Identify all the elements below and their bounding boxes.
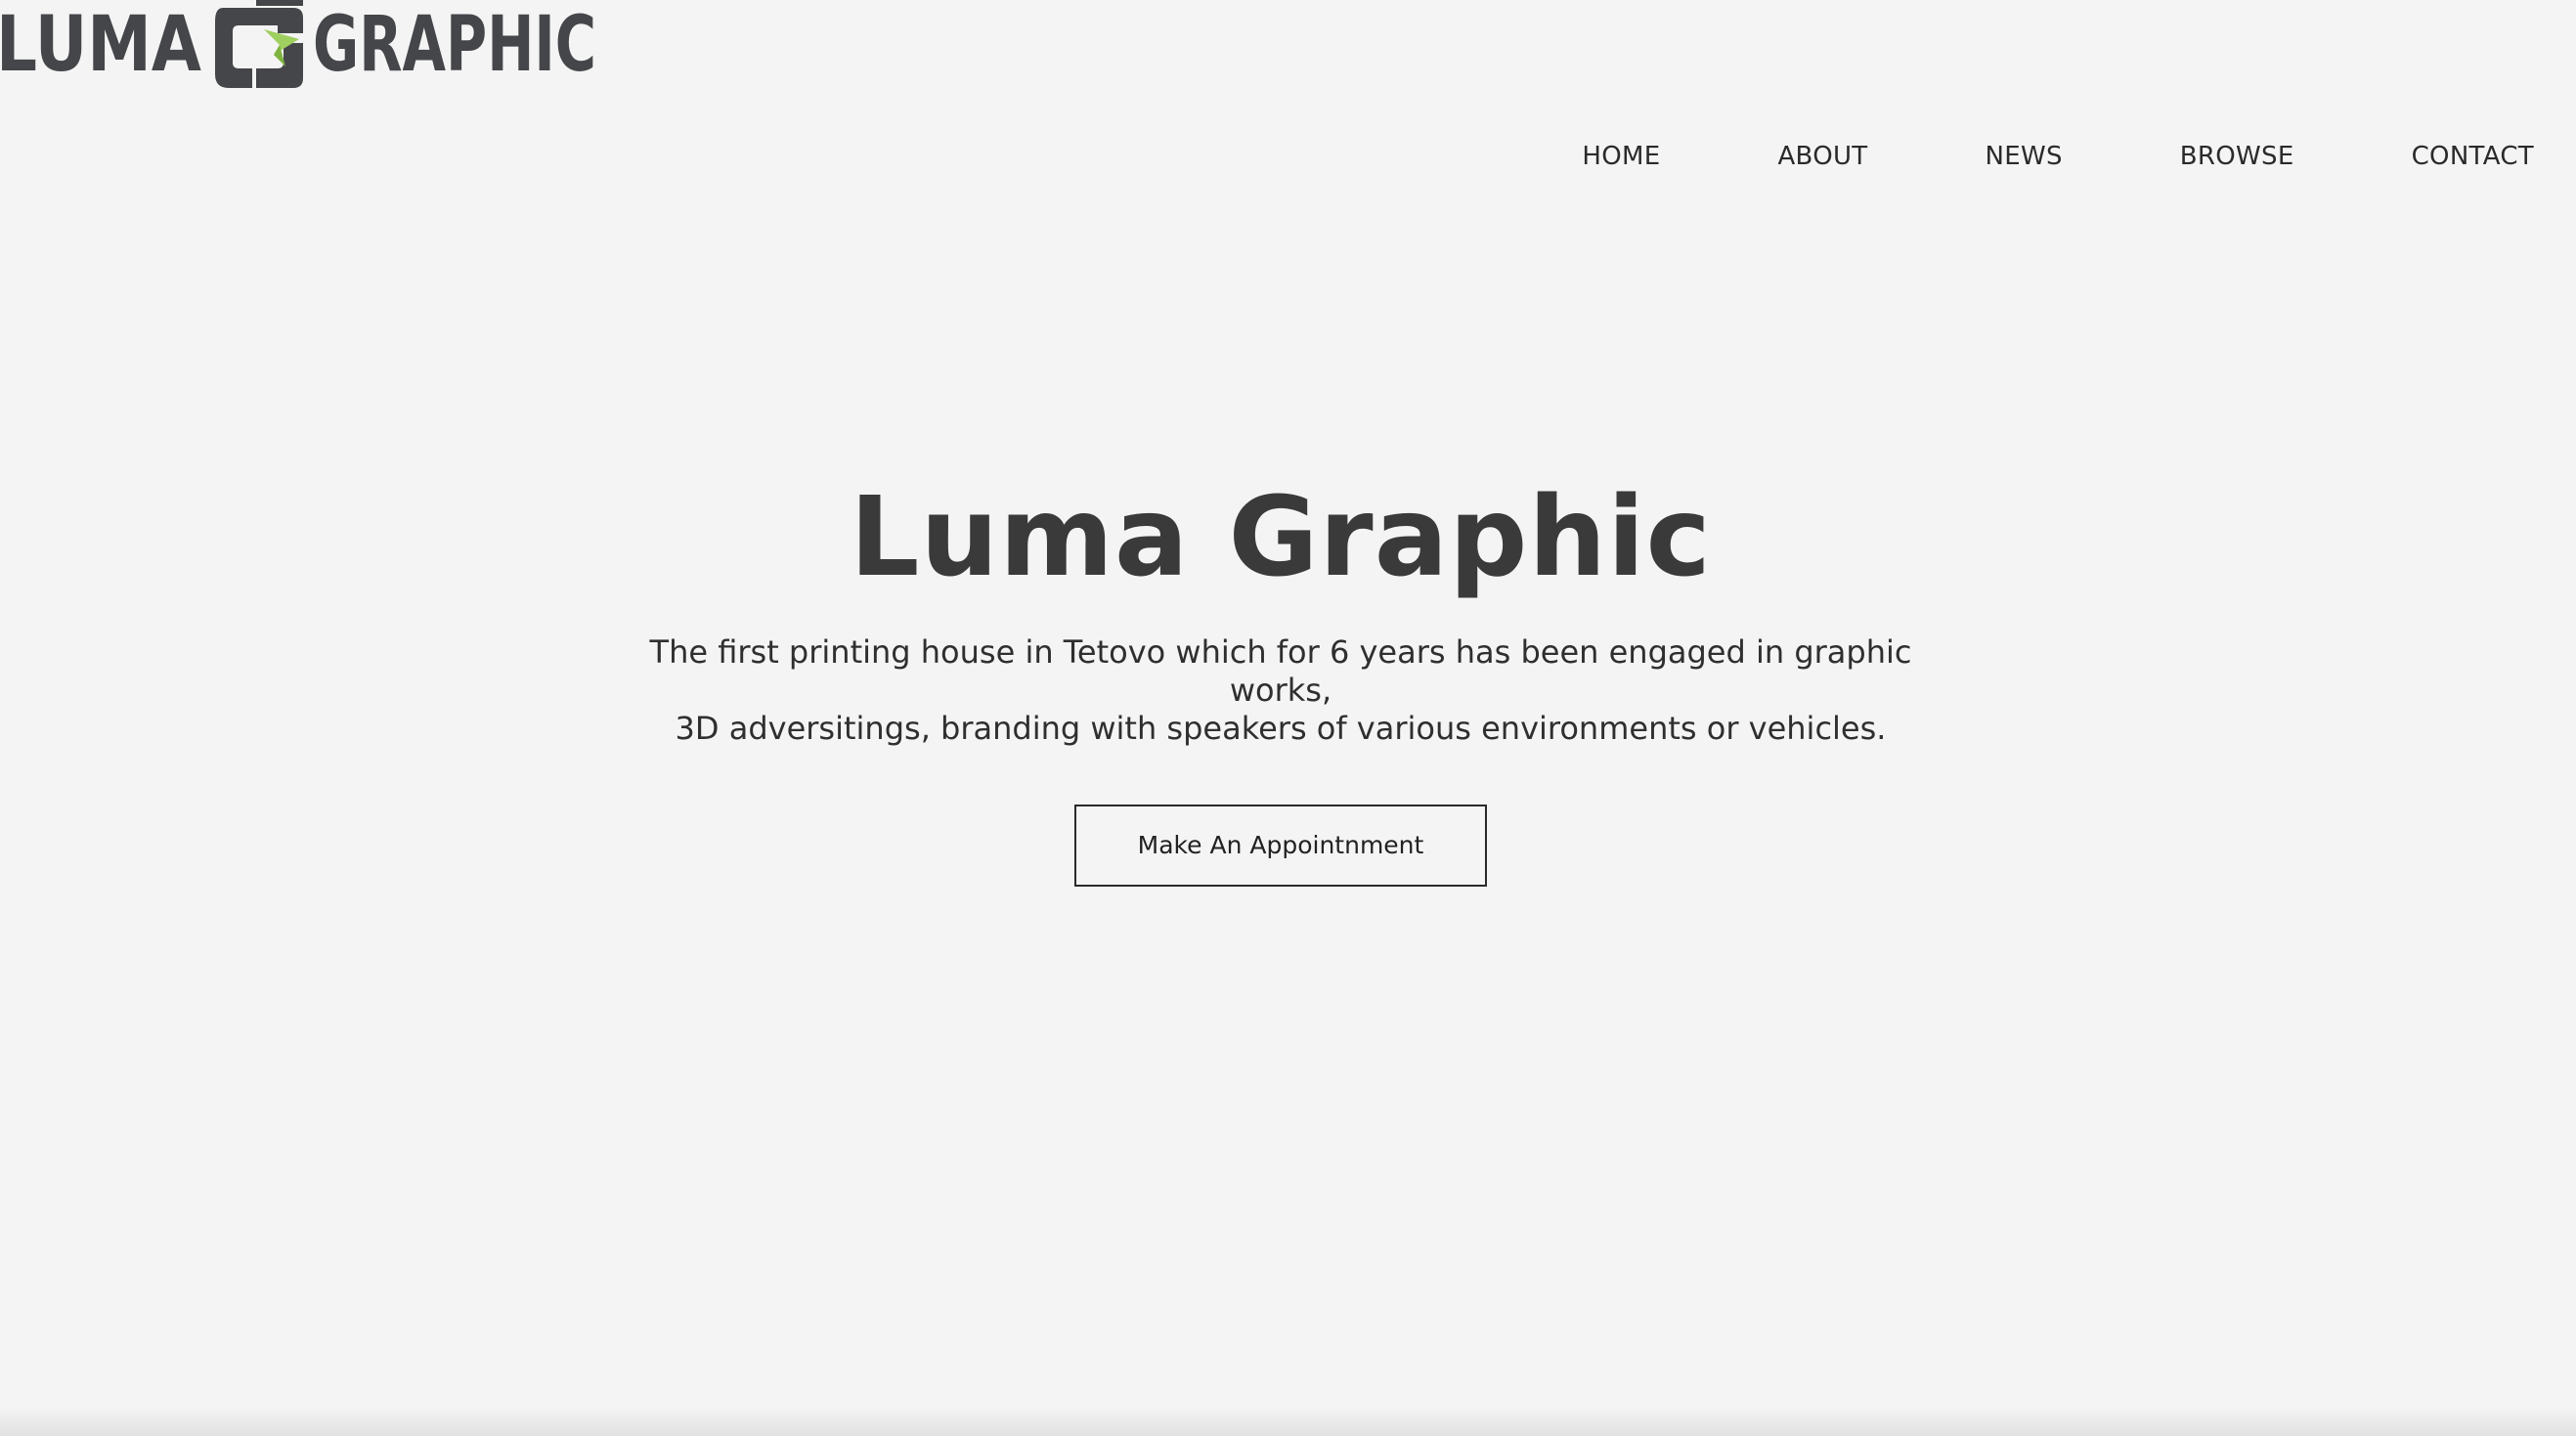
main-nav: HOME ABOUT NEWS BROWSE CONTACT: [1582, 137, 2534, 176]
logo-emblem-icon: [215, 0, 303, 88]
brand-logo[interactable]: LUMA GRAPHIC: [0, 0, 596, 94]
logo-text-left: LUMA: [0, 1, 201, 89]
nav-item-contact[interactable]: CONTACT: [2412, 142, 2534, 171]
make-appointment-button[interactable]: Make An Appointnment: [1074, 805, 1487, 887]
hero-description-line-1: The first printing house in Tetovo which…: [649, 633, 1912, 709]
nav-item-news[interactable]: NEWS: [1985, 142, 2062, 171]
logo-text-right: GRAPHIC: [313, 1, 596, 89]
nav-item-browse[interactable]: BROWSE: [2180, 142, 2294, 171]
nav-item-about[interactable]: ABOUT: [1777, 142, 1867, 171]
hero-description-line-2: 3D adversitings, branding with speakers …: [675, 710, 1887, 747]
logo-graphic: LUMA GRAPHIC: [0, 0, 596, 89]
hero-description: The first printing house in Tetovo which…: [645, 633, 1916, 748]
page: LUMA GRAPHIC HOME ABOUT NEWS BROWSE CONT…: [0, 0, 2576, 1436]
nav-item-home[interactable]: HOME: [1582, 142, 1660, 171]
hero-section: Luma Graphic The first printing house in…: [0, 459, 2561, 887]
hero-title: Luma Graphic: [850, 474, 1712, 601]
